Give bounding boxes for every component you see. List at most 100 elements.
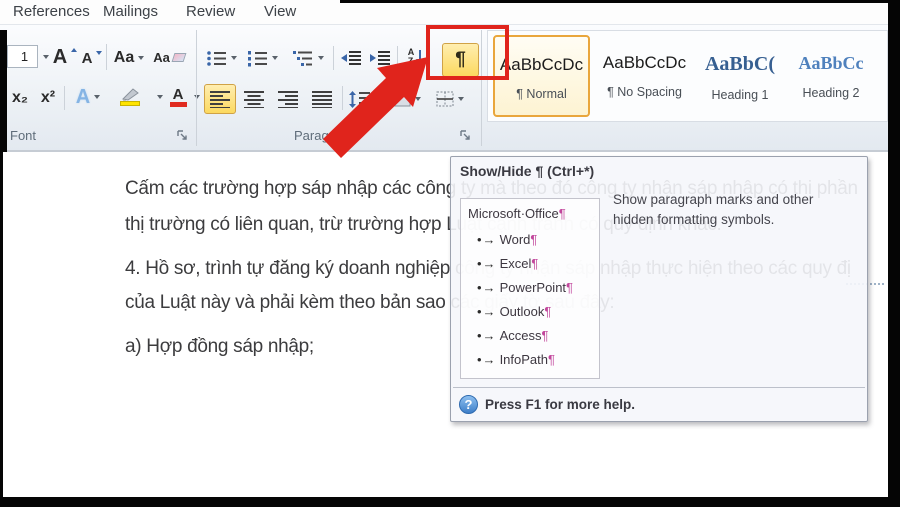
font-color-icon: A [173, 87, 184, 102]
numbering-button[interactable] [243, 44, 281, 72]
show-hide-tooltip: Show/Hide ¶ (Ctrl+*) Show paragraph mark… [450, 156, 868, 422]
document-line: a) Hợp đồng sáp nhập; [125, 336, 314, 358]
ribbon-tab-bar: References Mailings Review View [0, 0, 900, 25]
font-group-label: Font [10, 128, 36, 143]
chevron-down-icon [138, 56, 144, 60]
text-effects-icon: A [76, 86, 90, 109]
preview-item: •→Word¶ [477, 232, 537, 247]
font-color-bar [170, 102, 187, 107]
highlight-color-bar [120, 101, 140, 106]
change-case-button[interactable]: Aa [110, 44, 148, 72]
styles-gallery: AaBbCcDc ¶ Normal AaBbCcDc ¶ No Spacing … [487, 30, 888, 122]
tooltip-description: Show paragraph marks and other hidden fo… [613, 190, 813, 230]
superscript-button[interactable]: x² [35, 84, 61, 112]
multilevel-list-icon [292, 50, 314, 67]
style-no-spacing[interactable]: AaBbCcDc ¶ No Spacing [596, 35, 693, 117]
bullet-list-icon [206, 50, 227, 67]
font-size-dropdown[interactable] [38, 45, 51, 68]
align-right-button[interactable] [272, 84, 304, 114]
tab-bullet-marks: •→ [477, 352, 497, 367]
grow-font-button[interactable]: A [52, 42, 78, 72]
style-preview: AaBbCc [785, 53, 877, 74]
chevron-down-icon [194, 95, 200, 99]
pilcrow-mark: ¶ [530, 232, 537, 247]
frame-right [888, 0, 900, 507]
tab-review[interactable]: Review [186, 3, 235, 20]
font-size-value: 1 [21, 49, 28, 64]
tooltip-description-line1: Show paragraph marks and other [613, 192, 813, 207]
style-label: ¶ No Spacing [596, 85, 693, 99]
tooltip-divider [453, 387, 865, 388]
borders-button[interactable] [430, 84, 470, 114]
frame-bottom [0, 497, 900, 507]
font-color-button[interactable]: A [166, 82, 190, 112]
clear-formatting-button[interactable]: Aa [152, 42, 186, 72]
preview-item: •→Excel¶ [477, 256, 538, 271]
preview-header: Microsoft·Office¶ [468, 206, 566, 221]
pilcrow-mark: ¶ [544, 304, 551, 319]
preview-item-text: InfoPath [500, 352, 548, 367]
subscript-icon: x₂ [12, 89, 28, 107]
tab-bullet-marks: •→ [477, 304, 497, 319]
style-heading-1[interactable]: AaBbC( Heading 1 [695, 35, 785, 117]
formatting-marks-preview: Microsoft·Office¶ •→Word¶ •→Excel¶ •→Pow… [460, 198, 600, 379]
style-label: ¶ Normal [495, 87, 588, 101]
superscript-icon: x² [41, 89, 55, 107]
align-center-icon [244, 91, 265, 108]
paragraph-dialog-launcher[interactable] [459, 129, 472, 142]
preview-item: •→Access¶ [477, 328, 548, 343]
chevron-down-icon [272, 56, 278, 60]
tooltip-title: Show/Hide ¶ (Ctrl+*) [460, 163, 594, 179]
borders-grid-icon [436, 91, 454, 107]
word-window: References Mailings Review View 1 A A Aa… [0, 0, 900, 507]
preview-item-text: Word [500, 232, 531, 247]
down-caret-icon [96, 51, 102, 55]
divider [64, 86, 65, 110]
style-heading-2[interactable]: AaBbCc Heading 2 [785, 35, 877, 117]
preview-item: •→PowerPoint¶ [477, 280, 573, 295]
tab-view[interactable]: View [264, 3, 296, 20]
text-highlight-color-button[interactable] [110, 82, 150, 112]
highlight-box-annotation [426, 25, 509, 80]
font-size-combo[interactable]: 1 [7, 45, 38, 68]
preview-item-text: Excel [500, 256, 532, 271]
tab-references[interactable]: References [13, 3, 90, 20]
pilcrow-mark: ¶ [566, 280, 573, 295]
clear-formatting-icon: Aa [153, 50, 170, 65]
bullets-button[interactable] [203, 44, 239, 72]
change-case-icon: Aa [114, 49, 134, 67]
preview-item-text: PowerPoint [500, 280, 566, 295]
red-arrow-annotation [315, 50, 435, 165]
numbered-list-icon [247, 50, 268, 67]
shrink-font-icon: A [82, 50, 93, 67]
style-preview: AaBbCcDc [596, 53, 693, 73]
highlight-dropdown[interactable] [152, 82, 165, 112]
shrink-font-button[interactable]: A [80, 44, 104, 72]
eraser-icon [171, 53, 186, 62]
chevron-down-icon [43, 55, 49, 59]
preview-item-text: Outlook [500, 304, 545, 319]
align-left-icon [210, 91, 231, 108]
frame-left-doc [0, 152, 3, 507]
style-label: Heading 2 [785, 86, 877, 100]
pilcrow-mark: ¶ [559, 206, 566, 221]
tooltip-description-line2: hidden formatting symbols. [613, 212, 774, 227]
style-preview: AaBbC( [695, 53, 785, 76]
preview-item: •→InfoPath¶ [477, 352, 555, 367]
text-effects-button[interactable]: A [70, 82, 106, 112]
group-divider [196, 30, 197, 146]
highlighter-pen-icon [119, 88, 141, 101]
tab-mailings[interactable]: Mailings [103, 3, 158, 20]
grow-font-icon: A [53, 46, 67, 69]
frame-top [340, 0, 900, 3]
chevron-down-icon [458, 97, 464, 101]
tab-bullet-marks: •→ [477, 256, 497, 271]
up-caret-icon [71, 48, 77, 52]
font-dialog-launcher[interactable] [176, 129, 189, 142]
pilcrow-mark: ¶ [548, 352, 555, 367]
align-center-button[interactable] [238, 84, 270, 114]
subscript-button[interactable]: x₂ [7, 84, 33, 112]
chevron-down-icon [231, 56, 237, 60]
align-left-button[interactable] [204, 84, 236, 114]
chevron-down-icon [94, 95, 100, 99]
